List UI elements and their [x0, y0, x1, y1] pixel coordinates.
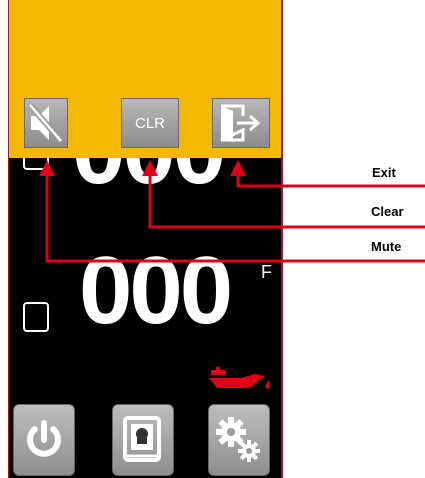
- mute-callout-label: Mute: [371, 239, 402, 254]
- mute-callout-arrowhead: [39, 160, 55, 176]
- exit-callout-arrowhead: [230, 160, 246, 176]
- clear-callout-label: Clear: [371, 204, 404, 219]
- exit-callout-line: [236, 172, 425, 188]
- callout-lines: [39, 160, 425, 263]
- exit-callout-label: Exit: [372, 165, 396, 180]
- clear-callout-arrowhead: [142, 160, 158, 176]
